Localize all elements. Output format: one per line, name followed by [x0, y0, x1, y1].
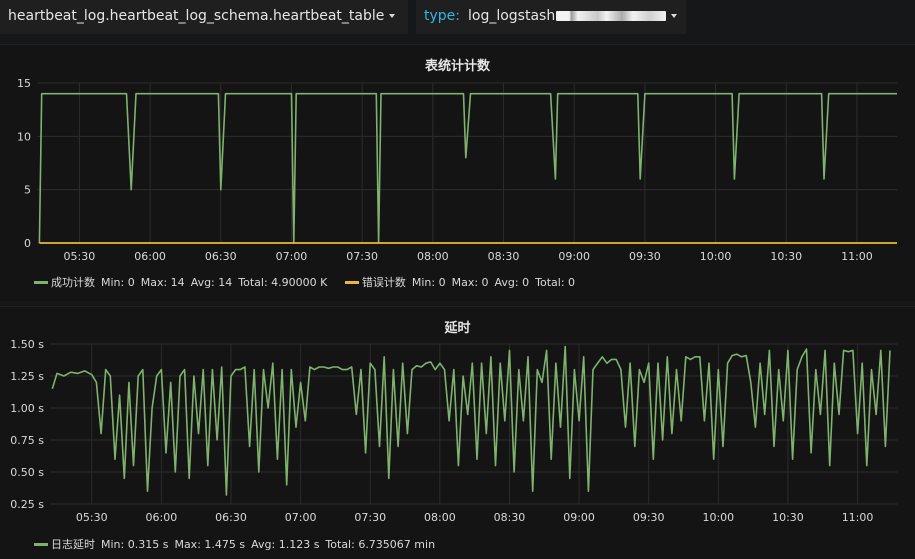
legend-total: Total: 4.90000 K: [238, 276, 328, 289]
count-panel: 表统计计数 0 5 10 15 05:30 06:00 06:30 07:00 07:30 08:…: [0, 44, 915, 301]
x-tick-label: 10:00: [700, 250, 732, 263]
x-tick-label: 08:30: [494, 511, 526, 524]
latency-chart: 0.25 s 0.50 s 0.75 s 1.00 s 1.25 s 1.50 s 05:3…: [10, 338, 897, 524]
caret-down-icon: [389, 14, 396, 18]
x-tick-label: 06:30: [205, 250, 237, 263]
x-tick-label: 10:30: [770, 250, 802, 263]
legend-item-latency[interactable]: 日志延时 Min: 0.315 s Max: 1.475 s Avg: 1.123 s…: [34, 538, 441, 551]
type-variable-selector[interactable]: type: log_logstash: [416, 0, 686, 34]
legend-swatch: [34, 280, 48, 284]
legend-total: Total: 6.735067 min: [325, 538, 436, 551]
y-tick-label: 1.25 s: [10, 370, 44, 383]
x-tick-label: 11:00: [842, 511, 874, 524]
y-tick-label: 0.50 s: [10, 466, 44, 479]
x-tick-label: 07:00: [276, 250, 308, 263]
legend-name: 日志延时: [51, 538, 95, 551]
y-tick-label: 1.00 s: [10, 402, 44, 415]
redacted-value: [556, 11, 667, 21]
count-chart: 0 5 10 15 05:30 06:00 06:30 07:00 07:30 08:00 08:3…: [17, 77, 897, 263]
legend-max: Max: 0: [451, 276, 489, 289]
legend-swatch: [344, 280, 359, 284]
series-line: [38, 92, 897, 244]
legend-min: Min: 0.315 s: [101, 538, 169, 551]
y-tick-label: 10: [17, 130, 31, 143]
y-tick-label: 1.50 s: [10, 338, 44, 351]
x-tick-label: 10:00: [702, 511, 734, 524]
latency-panel: 延时 0.25 s 0.50 s 0.75 s 1.00 s 1.25 s 1.50 s0…: [0, 306, 915, 559]
x-tick-label: 09:30: [633, 511, 665, 524]
variable-key: type:: [424, 8, 460, 24]
variable-value: log_logstash: [468, 8, 556, 24]
x-tick-label: 05:30: [76, 511, 108, 524]
series-line: [51, 345, 891, 496]
legend-item-error[interactable]: 错误计数 Min: 0 Max: 0 Avg: 0 Total: 0: [344, 276, 581, 289]
legend-item-success[interactable]: 成功计数 Min: 0 Max: 14 Avg: 14 Total: 4.90000 K: [34, 276, 337, 289]
x-tick-label: 07:00: [285, 511, 317, 524]
y-tick-label: 0: [24, 237, 31, 250]
x-tick-label: 09:30: [629, 250, 661, 263]
x-tick-label: 08:30: [488, 250, 520, 263]
x-tick-label: 06:00: [146, 511, 178, 524]
legend-max: Max: 14: [140, 276, 185, 289]
x-tick-label: 08:00: [424, 511, 456, 524]
legend-min: Min: 0: [411, 276, 446, 289]
x-tick-label: 10:30: [772, 511, 804, 524]
legend-avg: Avg: 1.123 s: [251, 538, 320, 551]
legend-max: Max: 1.475 s: [174, 538, 246, 551]
latency-legend: 日志延时 Min: 0.315 s Max: 1.475 s Avg: 1.123 s…: [34, 536, 449, 552]
x-tick-label: 06:00: [134, 250, 166, 263]
y-tick-label: 0.25 s: [10, 498, 44, 511]
legend-name: 错误计数: [361, 276, 406, 289]
x-tick-label: 09:00: [558, 250, 590, 263]
datasource-label: heartbeat_log.heartbeat_log_schema.heart…: [8, 8, 385, 24]
x-tick-label: 06:30: [215, 511, 247, 524]
y-tick-label: 5: [24, 184, 31, 197]
legend-name: 成功计数: [51, 276, 95, 289]
legend-avg: Avg: 0: [494, 276, 530, 289]
top-bar: heartbeat_log.heartbeat_log_schema.heart…: [0, 0, 915, 38]
caret-down-icon: [671, 14, 678, 18]
y-tick-label: 15: [17, 77, 31, 90]
x-tick-label: 05:30: [64, 250, 96, 263]
x-tick-label: 07:30: [354, 511, 386, 524]
datasource-selector[interactable]: heartbeat_log.heartbeat_log_schema.heart…: [0, 0, 408, 34]
x-tick-label: 08:00: [417, 250, 449, 263]
x-tick-label: 09:00: [563, 511, 595, 524]
count-legend: 成功计数 Min: 0 Max: 14 Avg: 14 Total: 4.90000 K…: [34, 274, 589, 290]
y-tick-label: 0.75 s: [10, 434, 44, 447]
legend-total: Total: 0: [535, 276, 576, 289]
legend-avg: Avg: 14: [190, 276, 233, 289]
legend-min: Min: 0: [101, 276, 135, 289]
x-tick-label: 07:30: [346, 250, 378, 263]
x-tick-label: 11:00: [841, 250, 873, 263]
legend-swatch: [34, 542, 48, 546]
